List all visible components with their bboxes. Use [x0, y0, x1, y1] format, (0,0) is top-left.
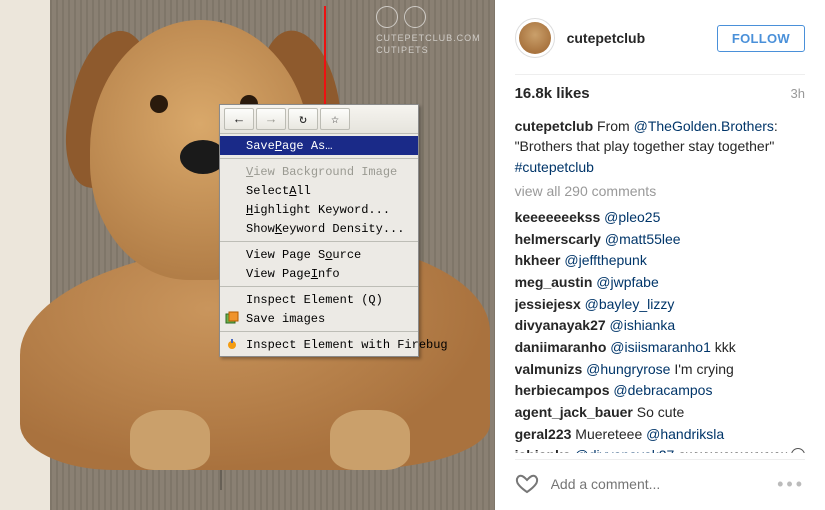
- mention-link[interactable]: @TheGolden.Brothers: [634, 118, 774, 134]
- menu-save-page-as[interactable]: Save Page As…: [220, 136, 418, 155]
- mention-link[interactable]: @jeffthepunk: [564, 252, 646, 268]
- comment-user[interactable]: jessiejesx: [515, 296, 581, 312]
- menu-view-page-info[interactable]: View Page Info: [220, 264, 418, 283]
- comment-row: meg_austin @jwpfabe: [515, 272, 805, 294]
- mention-link[interactable]: @ishianka: [610, 317, 676, 333]
- mention-link[interactable]: @handriksla: [646, 426, 724, 442]
- menu-show-keyword-density[interactable]: Show Keyword Density...: [220, 219, 418, 238]
- comment-row: daniimaranho @isiismaranho1 kkk: [515, 337, 805, 359]
- comment-user[interactable]: daniimaranho: [515, 339, 607, 355]
- comment-user[interactable]: agent_jack_bauer: [515, 404, 633, 420]
- app-root: CUTEPETCLUB.COM CUTIPETS ← → ↻ ☆ Save Pa…: [0, 0, 825, 510]
- follow-button[interactable]: FOLLOW: [717, 25, 805, 52]
- menu-view-background-image[interactable]: View Background Image: [220, 162, 418, 181]
- save-images-icon: [225, 311, 239, 325]
- comment-input[interactable]: [551, 476, 766, 492]
- firebug-icon: [225, 337, 239, 351]
- heart-icon: [515, 472, 539, 496]
- caption-user[interactable]: cutepetclub: [515, 118, 594, 134]
- context-menu-toolbar: ← → ↻ ☆: [220, 105, 418, 134]
- add-comment-row: •••: [515, 459, 805, 510]
- menu-view-page-source[interactable]: View Page Source: [220, 245, 418, 264]
- comment-user[interactable]: hkheer: [515, 252, 561, 268]
- menu-separator: [220, 331, 418, 332]
- post-photo[interactable]: CUTEPETCLUB.COM CUTIPETS ← → ↻ ☆ Save Pa…: [0, 0, 495, 510]
- caption-text: From: [593, 118, 633, 134]
- comment-user[interactable]: geral223: [515, 426, 572, 442]
- watermark: CUTEPETCLUB.COM CUTIPETS: [376, 6, 481, 55]
- menu-separator: [220, 241, 418, 242]
- like-count[interactable]: 16.8k likes: [515, 85, 590, 102]
- mention-link[interactable]: @pleo25: [604, 209, 660, 225]
- nav-forward-button[interactable]: →: [256, 108, 286, 130]
- comment-row: agent_jack_bauer So cute: [515, 402, 805, 424]
- comment-user[interactable]: meg_austin: [515, 274, 593, 290]
- more-options-button[interactable]: •••: [777, 474, 805, 495]
- nav-back-button[interactable]: ←: [224, 108, 254, 130]
- photo-dog-paw: [130, 410, 210, 470]
- comment-row: valmunizs @hungryrose I'm crying: [515, 359, 805, 381]
- post-sidebar: cutepetclub FOLLOW 16.8k likes 3h cutepe…: [495, 0, 825, 510]
- menu-save-images[interactable]: Save images: [220, 309, 418, 328]
- nav-bookmark-button[interactable]: ☆: [320, 108, 350, 130]
- comment-row: ishianka @divyanayak27 awwwwwwwwww: [515, 445, 805, 453]
- menu-inspect-firebug-label: Inspect Element with Firebug: [246, 338, 448, 352]
- watermark-dog-icon: [376, 6, 398, 28]
- avatar[interactable]: [515, 18, 555, 58]
- photo-dog-paw: [330, 410, 410, 470]
- watermark-line1: CUTEPETCLUB.COM: [376, 33, 481, 43]
- mention-link[interactable]: @hungryrose: [586, 361, 670, 377]
- post-caption: cutepetclub From @TheGolden.Brothers: "B…: [515, 116, 805, 177]
- divider: [515, 74, 805, 75]
- comment-row: herbiecampos @debracampos: [515, 380, 805, 402]
- comment-row: keeeeeeekss @pleo25: [515, 207, 805, 229]
- mention-link[interactable]: @debracampos: [613, 382, 712, 398]
- menu-inspect-firebug[interactable]: Inspect Element with Firebug: [220, 335, 418, 354]
- mention-link[interactable]: @matt55lee: [605, 231, 681, 247]
- watermark-cat-icon: [404, 6, 426, 28]
- comment-user[interactable]: divyanayak27: [515, 317, 606, 333]
- comment-row: hkheer @jeffthepunk: [515, 250, 805, 272]
- comment-user[interactable]: keeeeeeekss: [515, 209, 601, 225]
- comment-row: jessiejesx @bayley_lizzy: [515, 294, 805, 316]
- menu-save-images-label: Save images: [246, 312, 325, 326]
- comment-user[interactable]: helmerscarly: [515, 231, 601, 247]
- nav-reload-button[interactable]: ↻: [288, 108, 318, 130]
- menu-separator: [220, 158, 418, 159]
- comment-row: helmerscarly @matt55lee: [515, 229, 805, 251]
- mention-link[interactable]: @bayley_lizzy: [585, 296, 675, 312]
- profile-username[interactable]: cutepetclub: [567, 30, 646, 46]
- mention-link[interactable]: @divyanayak27: [575, 447, 675, 453]
- view-all-comments[interactable]: view all 290 comments: [515, 183, 805, 199]
- like-button[interactable]: [515, 472, 539, 496]
- post-time: 3h: [791, 86, 805, 101]
- comments-list: keeeeeeekss @pleo25helmerscarly @matt55l…: [515, 207, 805, 453]
- comment-user[interactable]: valmunizs: [515, 361, 583, 377]
- menu-highlight-keyword[interactable]: Highlight Keyword...: [220, 200, 418, 219]
- mention-link[interactable]: @isiismaranho1: [610, 339, 711, 355]
- menu-separator: [220, 286, 418, 287]
- watermark-line2: CUTIPETS: [376, 45, 481, 55]
- post-meta: 16.8k likes 3h: [515, 85, 805, 102]
- comment-user[interactable]: ishianka: [515, 447, 571, 453]
- menu-inspect-element[interactable]: Inspect Element (Q): [220, 290, 418, 309]
- mention-link[interactable]: @jwpfabe: [596, 274, 658, 290]
- emoji-icon: [791, 448, 805, 453]
- menu-select-all[interactable]: Select All: [220, 181, 418, 200]
- post-header: cutepetclub FOLLOW: [515, 18, 805, 58]
- comment-row: divyanayak27 @ishianka: [515, 315, 805, 337]
- comment-user[interactable]: herbiecampos: [515, 382, 610, 398]
- comment-row: geral223 Muereteee @handriksla: [515, 424, 805, 446]
- hashtag-link[interactable]: #cutepetclub: [515, 159, 594, 175]
- photo-dog-eye: [150, 95, 168, 113]
- context-menu: ← → ↻ ☆ Save Page As… View Background Im…: [219, 104, 419, 357]
